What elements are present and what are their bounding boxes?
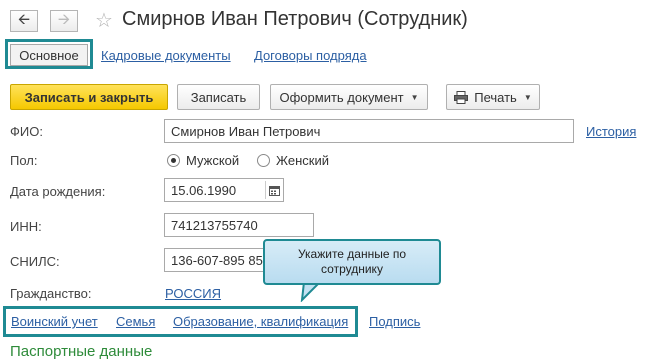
create-document-button[interactable]: Оформить документ ▼	[270, 84, 428, 110]
citizenship-label: Гражданство:	[10, 286, 92, 301]
save-and-close-label: Записать и закрыть	[24, 89, 154, 105]
printer-icon	[454, 90, 469, 104]
create-document-label: Оформить документ	[279, 89, 404, 105]
snils-value: 136-607-895 85	[171, 252, 263, 268]
hint-callout-text: Укажите данные по сотруднику	[297, 247, 407, 276]
gender-male-label[interactable]: Мужской	[186, 153, 239, 168]
gender-label: Пол:	[10, 153, 38, 168]
forward-button[interactable]: 🡪	[50, 10, 78, 32]
back-button[interactable]: 🡨	[10, 10, 38, 32]
subtab-education[interactable]: Образование, квалификация	[173, 314, 348, 329]
save-button[interactable]: Записать	[177, 84, 260, 110]
hint-callout: Укажите данные по сотруднику	[263, 239, 441, 285]
save-and-close-button[interactable]: Записать и закрыть	[10, 84, 168, 110]
tab-contracts[interactable]: Договоры подряда	[254, 48, 367, 63]
inn-value: 741213755740	[171, 217, 258, 233]
subtab-family[interactable]: Семья	[116, 314, 155, 329]
print-label: Печать	[474, 89, 517, 105]
passport-section-title[interactable]: Паспортные данные	[10, 343, 152, 360]
gender-male-radio[interactable]	[167, 154, 180, 167]
save-label: Записать	[190, 89, 247, 105]
arrow-right-icon: 🡪	[57, 10, 71, 28]
favorite-star-icon[interactable]: ☆	[95, 8, 113, 33]
arrow-left-icon: 🡨	[17, 10, 31, 28]
chevron-down-icon: ▼	[410, 92, 419, 102]
gender-female-radio[interactable]	[257, 154, 270, 167]
inn-label: ИНН:	[10, 219, 42, 234]
fio-field[interactable]: Смирнов Иван Петрович	[164, 119, 574, 143]
tab-main[interactable]: Основное	[10, 44, 88, 66]
birth-date-label: Дата рождения:	[10, 184, 106, 199]
citizenship-link[interactable]: РОССИЯ	[165, 286, 221, 301]
callout-pointer	[300, 282, 322, 302]
gender-female-label[interactable]: Женский	[276, 153, 329, 168]
subtab-signature[interactable]: Подпись	[369, 314, 420, 329]
chevron-down-icon: ▼	[523, 92, 532, 102]
history-link[interactable]: История	[586, 124, 636, 139]
birth-date-value: 15.06.1990	[171, 182, 237, 198]
fio-value: Смирнов Иван Петрович	[171, 123, 321, 139]
snils-label: СНИЛС:	[10, 254, 60, 269]
radio-selected-dot	[171, 158, 176, 163]
page-title: Смирнов Иван Петрович (Сотрудник)	[122, 8, 468, 30]
subtab-military[interactable]: Воинский учет	[11, 314, 98, 329]
tab-hr-documents[interactable]: Кадровые документы	[101, 48, 231, 63]
print-button[interactable]: Печать ▼	[446, 84, 540, 110]
tab-main-label: Основное	[19, 47, 79, 63]
fio-label: ФИО:	[10, 124, 43, 139]
calendar-button[interactable]	[265, 181, 282, 199]
calendar-icon	[268, 185, 280, 196]
inn-field[interactable]: 741213755740	[164, 213, 314, 237]
